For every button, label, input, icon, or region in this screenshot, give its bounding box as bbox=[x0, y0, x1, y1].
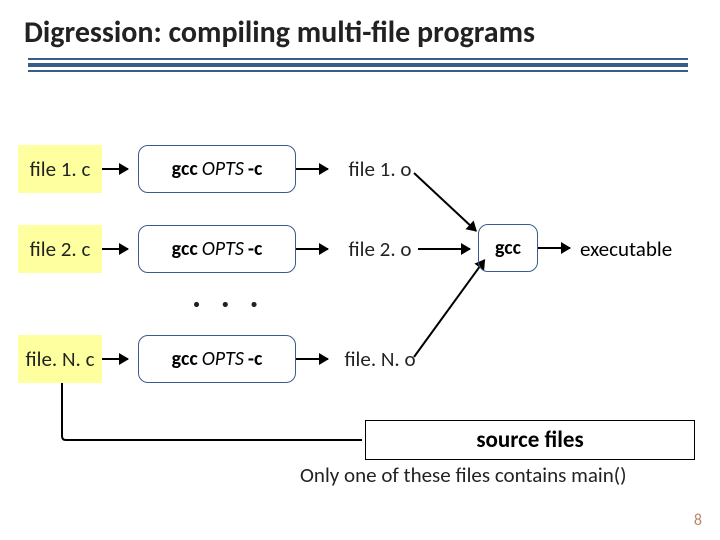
object-file-1: file 1. o bbox=[338, 145, 422, 193]
source-file-2: file 2. c bbox=[18, 225, 102, 273]
arrow-icon bbox=[102, 358, 128, 360]
slide-title: Digression: compiling multi-file program… bbox=[0, 0, 720, 51]
executable-label: executable bbox=[580, 236, 672, 262]
arrow-icon bbox=[296, 168, 328, 170]
arrow-icon bbox=[413, 172, 477, 231]
arrow-icon bbox=[418, 248, 470, 250]
object-file-n: file. N. o bbox=[338, 335, 422, 383]
compile-cmd-2: gcc OPTS -c bbox=[138, 225, 296, 273]
arrow-icon bbox=[102, 168, 128, 170]
flag-label: -c bbox=[248, 237, 263, 261]
gcc-label: gcc bbox=[172, 157, 198, 181]
opts-label: OPTS bbox=[202, 157, 244, 181]
object-file-2: file 2. o bbox=[338, 225, 422, 273]
ellipsis: . . . bbox=[192, 276, 265, 317]
source-file-1: file 1. c bbox=[18, 145, 102, 193]
compile-cmd-1: gcc OPTS -c bbox=[138, 145, 296, 193]
flag-label: -c bbox=[248, 347, 263, 371]
flag-label: -c bbox=[248, 157, 263, 181]
opts-label: OPTS bbox=[202, 237, 244, 261]
source-files-box: source files bbox=[365, 420, 695, 460]
main-note: Only one of these files contains main() bbox=[300, 462, 627, 488]
title-underline bbox=[28, 58, 688, 72]
compile-cmd-n: gcc OPTS -c bbox=[138, 335, 296, 383]
arrow-icon bbox=[296, 358, 328, 360]
arrow-icon bbox=[538, 247, 570, 249]
arrow-icon bbox=[413, 259, 485, 357]
arrow-icon bbox=[102, 248, 128, 250]
arrow-icon bbox=[296, 248, 328, 250]
source-file-n: file. N. c bbox=[18, 335, 102, 383]
gcc-label: gcc bbox=[172, 237, 198, 261]
gcc-label: gcc bbox=[172, 347, 198, 371]
page-number: 8 bbox=[694, 511, 702, 530]
link-cmd: gcc bbox=[478, 224, 538, 272]
opts-label: OPTS bbox=[202, 347, 244, 371]
